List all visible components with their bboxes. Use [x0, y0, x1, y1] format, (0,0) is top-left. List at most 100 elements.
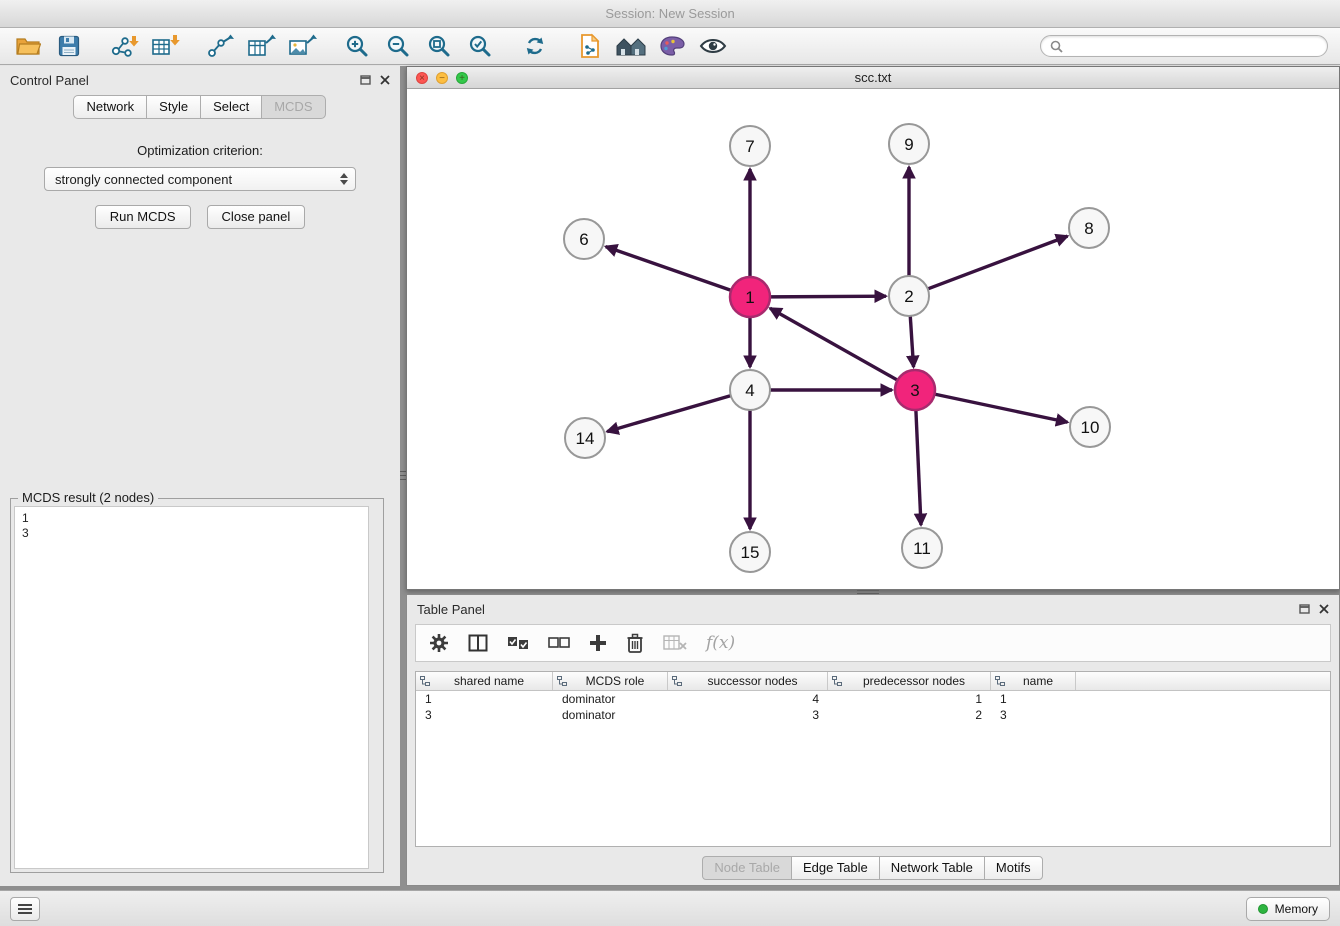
column-header-filler [1076, 672, 1330, 690]
column-header-name[interactable]: name [991, 672, 1076, 690]
column-header-predecessor-nodes[interactable]: predecessor nodes [828, 672, 991, 690]
column-header-label: MCDS role [567, 674, 663, 688]
node-6[interactable]: 6 [564, 219, 604, 259]
tab-motifs[interactable]: Motifs [984, 856, 1043, 880]
zoom-in-button[interactable] [341, 31, 373, 61]
home-button[interactable] [615, 31, 647, 61]
criterion-dropdown[interactable]: strongly connected component [44, 167, 356, 191]
network-window-titlebar[interactable]: scc.txt × − + [407, 67, 1339, 89]
columns-icon [468, 634, 488, 652]
task-history-button[interactable] [10, 897, 40, 921]
close-table-panel-button[interactable] [1319, 604, 1329, 614]
export-table-button[interactable] [245, 31, 277, 61]
node-11[interactable]: 11 [902, 528, 942, 568]
float-table-panel-button[interactable] [1299, 604, 1310, 614]
tab-select[interactable]: Select [200, 95, 262, 119]
show-hide-button[interactable] [697, 31, 729, 61]
edge-2-8[interactable] [928, 236, 1068, 289]
select-all-columns-button[interactable] [507, 636, 529, 650]
network-canvas[interactable]: 7 9 6 8 1 2 4 3 14 10 15 11 [407, 89, 1339, 589]
unselect-all-columns-button[interactable] [548, 636, 570, 650]
table-cell-name: 3 [991, 707, 1076, 723]
mcds-result-text[interactable]: 1 3 [14, 506, 369, 869]
node-9[interactable]: 9 [889, 124, 929, 164]
column-type-icon [420, 676, 430, 687]
close-mcds-panel-button[interactable]: Close panel [207, 205, 306, 229]
tab-network[interactable]: Network [73, 95, 147, 119]
plus-icon [589, 634, 607, 652]
float-control-panel-button[interactable] [360, 75, 371, 85]
delete-table-button[interactable] [663, 634, 687, 652]
tab-node-table[interactable]: Node Table [702, 856, 792, 880]
tab-edge-table[interactable]: Edge Table [791, 856, 880, 880]
node-label: 4 [745, 381, 754, 400]
window-titlebar[interactable]: Session: New Session [0, 0, 1340, 28]
criterion-dropdown-value: strongly connected component [55, 172, 340, 187]
network-window-title: scc.txt [407, 70, 1339, 85]
search-box[interactable] [1040, 35, 1328, 57]
column-header-label: successor nodes [682, 674, 823, 688]
edge-2-3[interactable] [910, 316, 913, 367]
tab-style[interactable]: Style [146, 95, 201, 119]
node-14[interactable]: 14 [565, 418, 605, 458]
refresh-view-button[interactable] [519, 31, 551, 61]
table-cell-mcds-role: dominator [553, 691, 668, 707]
zoom-fit-icon [427, 34, 451, 58]
node-4[interactable]: 4 [730, 370, 770, 410]
column-header-shared-name[interactable]: shared name [416, 672, 553, 690]
tab-mcds[interactable]: MCDS [261, 95, 325, 119]
node-label: 8 [1084, 219, 1093, 238]
edge-3-1[interactable] [770, 308, 898, 380]
close-control-panel-button[interactable] [380, 75, 390, 85]
zoom-selected-button[interactable] [464, 31, 496, 61]
node-7[interactable]: 7 [730, 126, 770, 166]
memory-button[interactable]: Memory [1246, 897, 1330, 921]
edge-3-10[interactable] [935, 394, 1068, 422]
delete-column-button[interactable] [626, 633, 644, 653]
maximize-window-button[interactable]: + [456, 72, 468, 84]
export-image-button[interactable] [286, 31, 318, 61]
mcds-panel: Optimization criterion: strongly connect… [0, 119, 400, 229]
show-columns-button[interactable] [468, 634, 488, 652]
node-8[interactable]: 8 [1069, 208, 1109, 248]
import-public-network-button[interactable] [574, 31, 606, 61]
select-all-icon [507, 636, 529, 650]
zoom-out-button[interactable] [382, 31, 414, 61]
node-1[interactable]: 1 [730, 277, 770, 317]
table-cell-successor-nodes: 4 [668, 691, 828, 707]
add-column-button[interactable] [589, 634, 607, 652]
minimize-window-button[interactable]: − [436, 72, 448, 84]
search-input[interactable] [1068, 39, 1318, 53]
node-label: 3 [910, 381, 919, 400]
import-table-button[interactable] [149, 31, 181, 61]
node-table[interactable]: shared name MCDS role successor nodes prede… [415, 671, 1331, 847]
node-2[interactable]: 2 [889, 276, 929, 316]
edge-3-11[interactable] [916, 410, 921, 525]
table-settings-button[interactable] [429, 633, 449, 653]
import-network-button[interactable] [108, 31, 140, 61]
table-panel: Table Panel [406, 594, 1340, 886]
export-network-button[interactable] [204, 31, 236, 61]
edge-1-6[interactable] [606, 247, 731, 291]
edge-1-2[interactable] [770, 296, 886, 297]
tab-network-table[interactable]: Network Table [879, 856, 985, 880]
close-window-button[interactable]: × [416, 72, 428, 84]
open-session-button[interactable] [12, 31, 44, 61]
column-header-mcds-role[interactable]: MCDS role [553, 672, 668, 690]
style-button[interactable] [656, 31, 688, 61]
node-10[interactable]: 10 [1070, 407, 1110, 447]
table-row[interactable]: 1dominator411 [416, 691, 1330, 707]
run-mcds-button[interactable]: Run MCDS [95, 205, 191, 229]
edge-4-14[interactable] [607, 396, 731, 432]
node-label: 15 [741, 543, 760, 562]
node-15[interactable]: 15 [730, 532, 770, 572]
column-header-successor-nodes[interactable]: successor nodes [668, 672, 828, 690]
table-row[interactable]: 3dominator323 [416, 707, 1330, 723]
zoom-selected-icon [468, 34, 492, 58]
close-icon [1319, 604, 1329, 614]
fx-function-builder-button[interactable]: f(x) [706, 633, 735, 653]
table-toolbar: f(x) [415, 624, 1331, 662]
node-3[interactable]: 3 [895, 370, 935, 410]
save-session-button[interactable] [53, 31, 85, 61]
zoom-fit-button[interactable] [423, 31, 455, 61]
